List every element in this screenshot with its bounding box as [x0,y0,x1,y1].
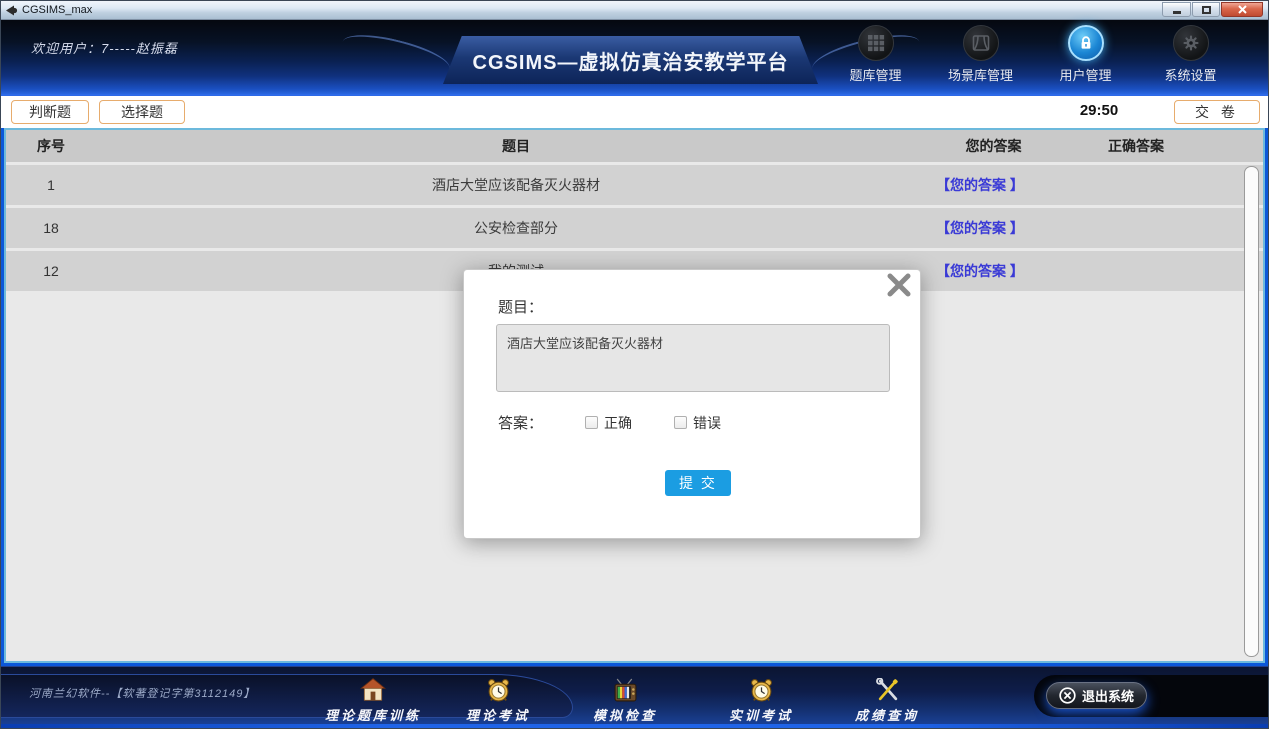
option-correct-label: 正确 [604,413,632,433]
question-modal: 题目： 酒店大堂应该配备灭火器材 答案： 正确 错误 提 交 [463,269,921,539]
table-row[interactable]: 18 公安检查部分 【您的答案 】 [6,208,1263,248]
nav-item-system-settings[interactable]: 系统设置 [1138,25,1243,84]
your-answer-link[interactable]: 【您的答案 】 [936,177,1024,193]
app-window: CGSIMS_max 欢迎用户：7-----赵振磊 CGSIMS—虚拟仿真治安教… [0,0,1269,729]
nav-item-scene-library[interactable]: 场景库管理 [928,25,1033,84]
exit-icon [1059,687,1076,704]
nav-label: 题库管理 [849,65,901,84]
option-wrong[interactable]: 错误 [674,413,721,433]
vertical-scrollbar[interactable] [1244,166,1259,657]
footer-item-label: 理论考试 [433,705,563,724]
tv-icon [613,678,638,703]
answer-label: 答案： [498,412,543,433]
tools-icon [875,678,900,703]
alarm-clock-icon [486,678,511,703]
question-label: 题目： [498,296,543,317]
table-header-row: 序号 题目 您的答案 正确答案 [6,130,1263,162]
house-icon [360,677,386,703]
nav-label: 系统设置 [1164,65,1216,84]
question-textarea[interactable]: 酒店大堂应该配备灭火器材 [496,324,890,392]
table-row[interactable]: 1 酒店大堂应该配备灭火器材 【您的答案 】 [6,165,1263,205]
welcome-text: 欢迎用户：7-----赵振磊 [31,38,178,57]
platform-title-banner: CGSIMS—虚拟仿真治安教学平台 [443,36,818,84]
row-number: 18 [6,220,96,236]
banner-left-flourish [339,27,453,83]
scene-icon [972,34,990,52]
row-number: 1 [6,177,96,193]
footer-item-theory-exam[interactable]: 理论考试 [433,676,563,724]
footer-item-simulated-inspection[interactable]: 模拟检查 [560,676,690,724]
footer-item-label: 理论题库训练 [308,705,438,724]
exam-toolbar: 判断题 选择题 29:50 交 卷 [1,96,1268,128]
nav-item-question-bank[interactable]: 题库管理 [823,25,928,84]
judgment-questions-button[interactable]: 判断题 [11,100,89,124]
row-number: 12 [6,263,96,279]
lock-icon [1078,35,1094,51]
col-header-correct-answer: 正确答案 [1051,136,1221,156]
close-window-button[interactable] [1221,2,1263,17]
your-answer-link[interactable]: 【您的答案 】 [936,263,1024,279]
footer-item-label: 实训考试 [696,705,826,724]
alarm-clock-icon [749,678,774,703]
row-question: 酒店大堂应该配备灭火器材 [96,175,936,195]
exit-system-button[interactable]: 退出系统 [1046,682,1147,709]
platform-title: CGSIMS—虚拟仿真治安教学平台 [473,46,789,75]
footer-item-practical-exam[interactable]: 实训考试 [696,676,826,724]
close-window-icon [1238,5,1247,14]
gear-icon [1182,34,1200,52]
col-header-question: 题目 [96,136,936,156]
unity-app-icon [5,4,18,17]
minimize-icon [1173,11,1181,14]
window-title: CGSIMS_max [22,4,92,16]
window-titlebar[interactable]: CGSIMS_max [1,1,1268,20]
submit-paper-button[interactable]: 交 卷 [1174,100,1260,124]
col-header-your-answer: 您的答案 [936,136,1051,156]
nav-item-user-management[interactable]: 用户管理 [1033,25,1138,84]
footer-item-theory-training[interactable]: 理论题库训练 [308,676,438,724]
col-header-number: 序号 [6,136,96,156]
footer-item-score-query[interactable]: 成绩查询 [822,676,952,724]
your-answer-link[interactable]: 【您的答案 】 [936,220,1024,236]
close-icon[interactable] [886,272,912,298]
choice-questions-button[interactable]: 选择题 [99,100,185,124]
grid-icon [867,34,885,52]
checkbox-correct[interactable] [585,416,598,429]
row-question: 公安检查部分 [96,218,936,238]
footer-item-label: 成绩查询 [822,705,952,724]
exit-system-label: 退出系统 [1082,686,1134,705]
exam-timer: 29:50 [1069,102,1129,119]
maximize-button[interactable] [1192,2,1220,17]
nav-label: 场景库管理 [948,65,1013,84]
option-wrong-label: 错误 [693,413,721,433]
nav-label: 用户管理 [1059,65,1111,84]
footer-item-label: 模拟检查 [560,705,690,724]
maximize-icon [1202,6,1211,14]
submit-answer-button[interactable]: 提 交 [665,470,731,496]
answer-options-row: 答案： 正确 错误 [498,412,763,433]
license-text: 河南兰幻软件--【软著登记字第3112149】 [29,685,255,701]
app-footer: 河南兰幻软件--【软著登记字第3112149】 理论题库训练 [1,666,1268,728]
top-nav: 题库管理 场景库管理 [823,25,1243,84]
app-header: 欢迎用户：7-----赵振磊 CGSIMS—虚拟仿真治安教学平台 题库管理 [1,20,1268,96]
checkbox-wrong[interactable] [674,416,687,429]
exit-band: 退出系统 [1034,675,1268,717]
footer-bottom-strip [1,724,1268,728]
minimize-button[interactable] [1162,2,1191,17]
option-correct[interactable]: 正确 [585,413,632,433]
